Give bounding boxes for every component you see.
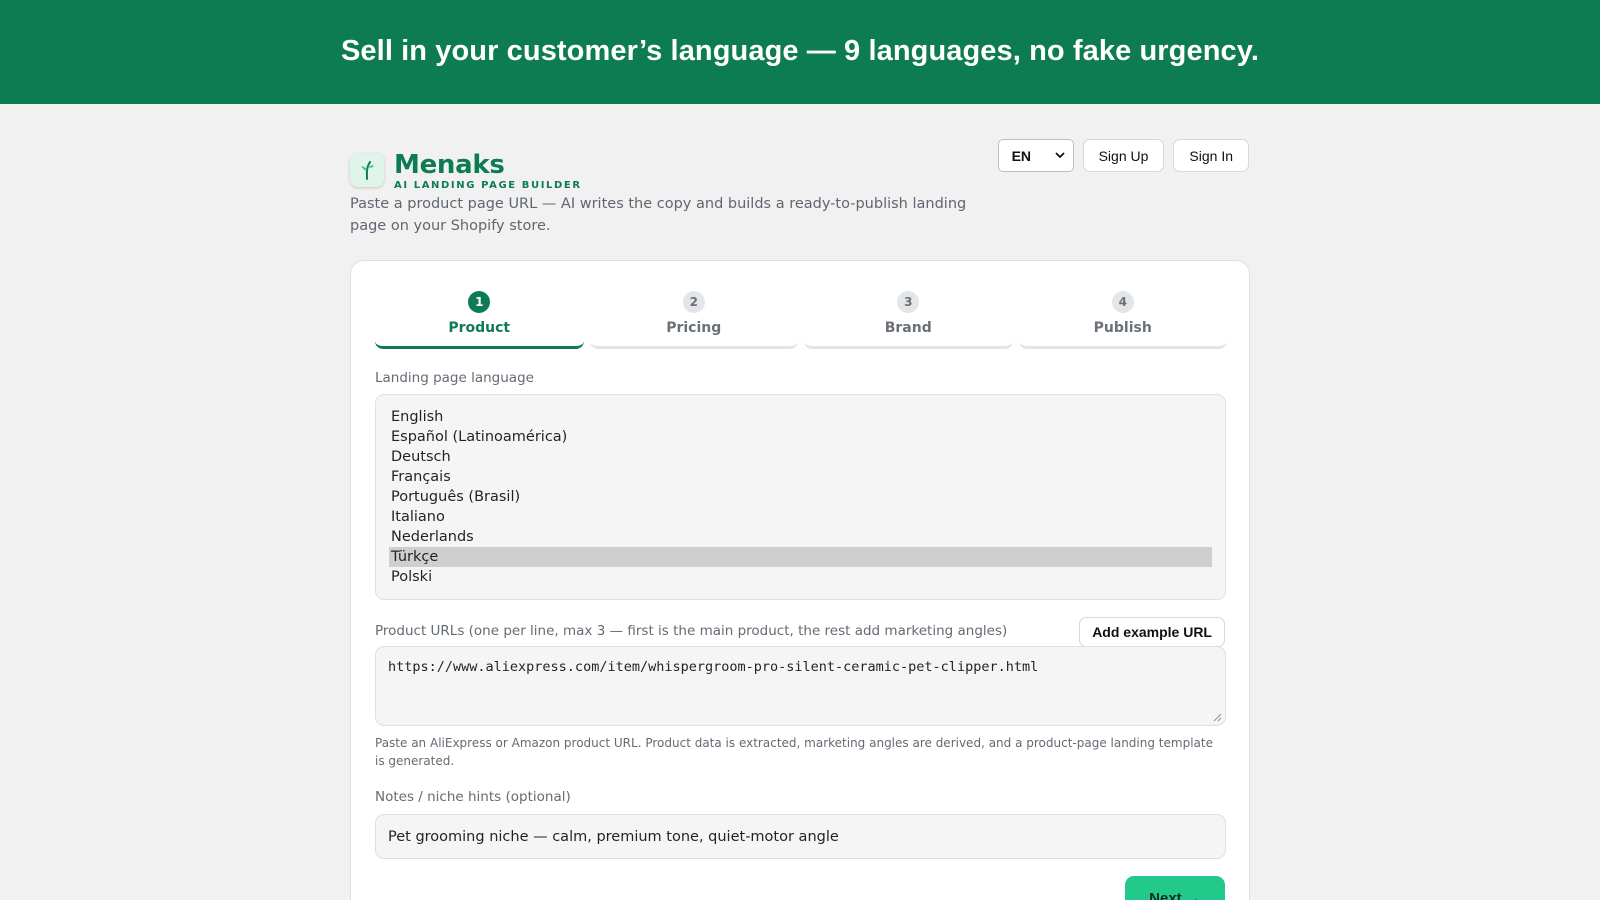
- language-option[interactable]: Français: [389, 467, 1212, 487]
- brand-tagline: AI LANDING PAGE BUILDER: [394, 180, 582, 191]
- chevron-down-icon: [1054, 152, 1065, 159]
- brand-name: Menaks: [394, 150, 505, 180]
- notes-field-label: Notes / niche hints (optional): [375, 789, 571, 805]
- language-select[interactable]: EN: [997, 139, 1074, 172]
- next-button[interactable]: Next →: [1125, 876, 1225, 900]
- step-label: Pricing: [666, 320, 722, 336]
- language-option[interactable]: Español (Latinoamérica): [389, 427, 1212, 447]
- language-option[interactable]: English: [389, 407, 1212, 427]
- step-number: 4: [1111, 291, 1134, 313]
- resize-grip-icon[interactable]: [1213, 713, 1222, 722]
- language-select-value: EN: [1011, 147, 1032, 164]
- add-example-url-button[interactable]: Add example URL: [1079, 617, 1225, 647]
- step-label: Brand: [884, 320, 932, 336]
- urls-hint: Paste an AliExpress or Amazon product UR…: [375, 736, 1213, 768]
- wizard-card: 1 Product 2 Pricing 3 Brand 4 Publish La…: [350, 260, 1250, 900]
- notes-input[interactable]: Pet grooming niche — calm, premium tone,…: [375, 814, 1226, 859]
- urls-field-label: Product URLs (one per line, max 3 — firs…: [375, 623, 1008, 639]
- promo-banner: Sell in your customer’s language — 9 lan…: [0, 0, 1600, 104]
- step-label: Publish: [1093, 320, 1152, 336]
- tab-pricing[interactable]: 2 Pricing: [589, 287, 798, 349]
- language-option[interactable]: Italiano: [389, 507, 1212, 527]
- tab-product[interactable]: 1 Product: [375, 287, 584, 349]
- notes-input-value: Pet grooming niche — calm, premium tone,…: [388, 828, 839, 845]
- language-option[interactable]: Português (Brasil): [389, 487, 1212, 507]
- tab-brand[interactable]: 3 Brand: [804, 287, 1013, 349]
- language-option[interactable]: Deutsch: [389, 447, 1212, 467]
- tab-publish[interactable]: 4 Publish: [1018, 287, 1227, 349]
- step-number: 3: [897, 291, 920, 313]
- language-option[interactable]: Nederlands: [389, 527, 1212, 547]
- language-field-label: Landing page language: [375, 370, 534, 386]
- sprout-icon: [350, 153, 384, 187]
- sign-up-button[interactable]: Sign Up: [1082, 139, 1165, 172]
- product-urls-value: https://www.aliexpress.com/item/whisperg…: [388, 659, 1039, 675]
- language-option[interactable]: Polski: [389, 567, 1212, 587]
- sign-in-button[interactable]: Sign In: [1173, 139, 1249, 172]
- step-number: 1: [468, 291, 491, 313]
- banner-text: Sell in your customer’s language — 9 lan…: [340, 34, 1259, 67]
- brand-header: Menaks AI LANDING PAGE BUILDER: [350, 150, 582, 192]
- language-option-selected[interactable]: Türkçe: [389, 547, 1212, 567]
- language-listbox[interactable]: English Español (Latinoamérica) Deutsch …: [375, 394, 1226, 600]
- step-tabs: 1 Product 2 Pricing 3 Brand 4 Publish: [375, 287, 1227, 349]
- product-urls-textarea[interactable]: https://www.aliexpress.com/item/whisperg…: [375, 646, 1226, 726]
- step-label: Product: [448, 320, 511, 336]
- step-number: 2: [682, 291, 705, 313]
- intro-text: Paste a product page URL — AI writes the…: [350, 196, 967, 234]
- top-actions: EN Sign Up Sign In: [997, 139, 1249, 172]
